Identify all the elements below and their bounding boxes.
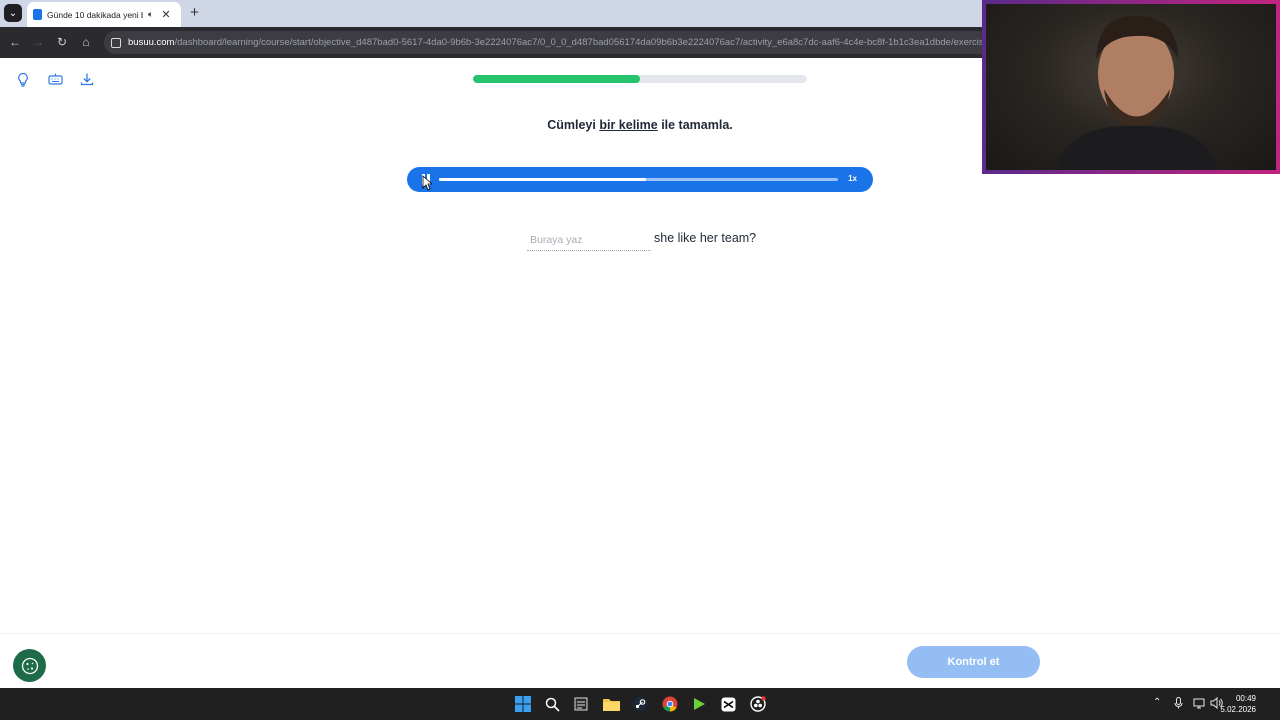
download-icon[interactable] [79, 72, 95, 88]
lightbulb-icon[interactable] [15, 72, 31, 88]
url-domain: busuu.com [128, 37, 175, 48]
app-icon[interactable] [572, 695, 590, 713]
windows-start-icon[interactable] [514, 695, 532, 713]
media-player-icon[interactable] [690, 695, 708, 713]
url-text: busuu.com/dashboard/learning/course/star… [128, 37, 994, 48]
answer-input[interactable] [527, 229, 651, 251]
sentence-text: she like her team? [654, 231, 757, 245]
check-answer-button[interactable]: Kontrol et [907, 646, 1040, 678]
webcam-overlay [982, 0, 1280, 174]
close-tab-icon[interactable]: ✕ [161, 8, 170, 21]
webcam-video [986, 4, 1276, 170]
forward-icon[interactable]: → [30, 34, 46, 50]
audio-seek-bar[interactable] [439, 178, 838, 181]
new-tab-icon[interactable]: + [186, 5, 203, 22]
tab-search-icon[interactable]: ⌄ [4, 4, 22, 22]
steam-icon[interactable] [631, 695, 649, 713]
lesson-progress-bar [473, 75, 807, 83]
file-explorer-icon[interactable] [602, 695, 620, 713]
system-clock[interactable]: 00:49 5.02.2026 [1220, 693, 1256, 715]
playback-speed-button[interactable]: 1x [848, 174, 857, 183]
address-bar[interactable]: busuu.com/dashboard/learning/course/star… [104, 31, 994, 54]
search-icon[interactable] [543, 695, 561, 713]
instruction-prefix: Cümleyi [547, 118, 600, 132]
lesson-progress-fill [473, 75, 640, 83]
cookie-icon [21, 657, 38, 674]
network-icon[interactable] [1193, 697, 1205, 712]
site-info-icon[interactable] [111, 37, 121, 48]
mouse-cursor-icon [422, 175, 432, 191]
keyboard-icon[interactable] [47, 72, 63, 88]
tab-title: Günde 10 dakikada yeni bir [47, 9, 143, 20]
audio-playing-icon[interactable]: 🔈︎ [148, 9, 153, 20]
windows-taskbar: ⌃ 00:49 5.02.2026 [0, 688, 1280, 720]
tray-overflow-icon[interactable]: ⌃ [1153, 697, 1161, 708]
cookie-settings-button[interactable] [13, 649, 46, 682]
instruction-suffix: ile tamamla. [657, 118, 733, 132]
favicon-icon [33, 9, 42, 20]
person-silhouette [1056, 15, 1218, 170]
back-icon[interactable]: ← [7, 34, 23, 50]
url-path: /dashboard/learning/course/start/objecti… [174, 37, 994, 48]
exercise-instruction: Cümleyi bir kelime ile tamamla. [440, 118, 840, 132]
clock-date: 5.02.2026 [1220, 705, 1256, 714]
reload-icon[interactable]: ↻ [54, 34, 70, 50]
audio-player: 1x [407, 167, 873, 192]
lesson-footer: Kontrol et [0, 633, 1280, 688]
chrome-icon[interactable] [661, 695, 679, 713]
home-icon[interactable]: ⌂ [78, 34, 94, 50]
microphone-icon[interactable] [1174, 697, 1183, 712]
obs-icon[interactable] [749, 695, 767, 713]
capcut-icon[interactable] [719, 695, 737, 713]
audio-seek-fill [439, 178, 647, 181]
clock-time: 00:49 [1235, 694, 1256, 703]
browser-tab[interactable]: Günde 10 dakikada yeni bir 🔈︎ ✕ [27, 2, 181, 27]
instruction-link[interactable]: bir kelime [599, 118, 657, 132]
